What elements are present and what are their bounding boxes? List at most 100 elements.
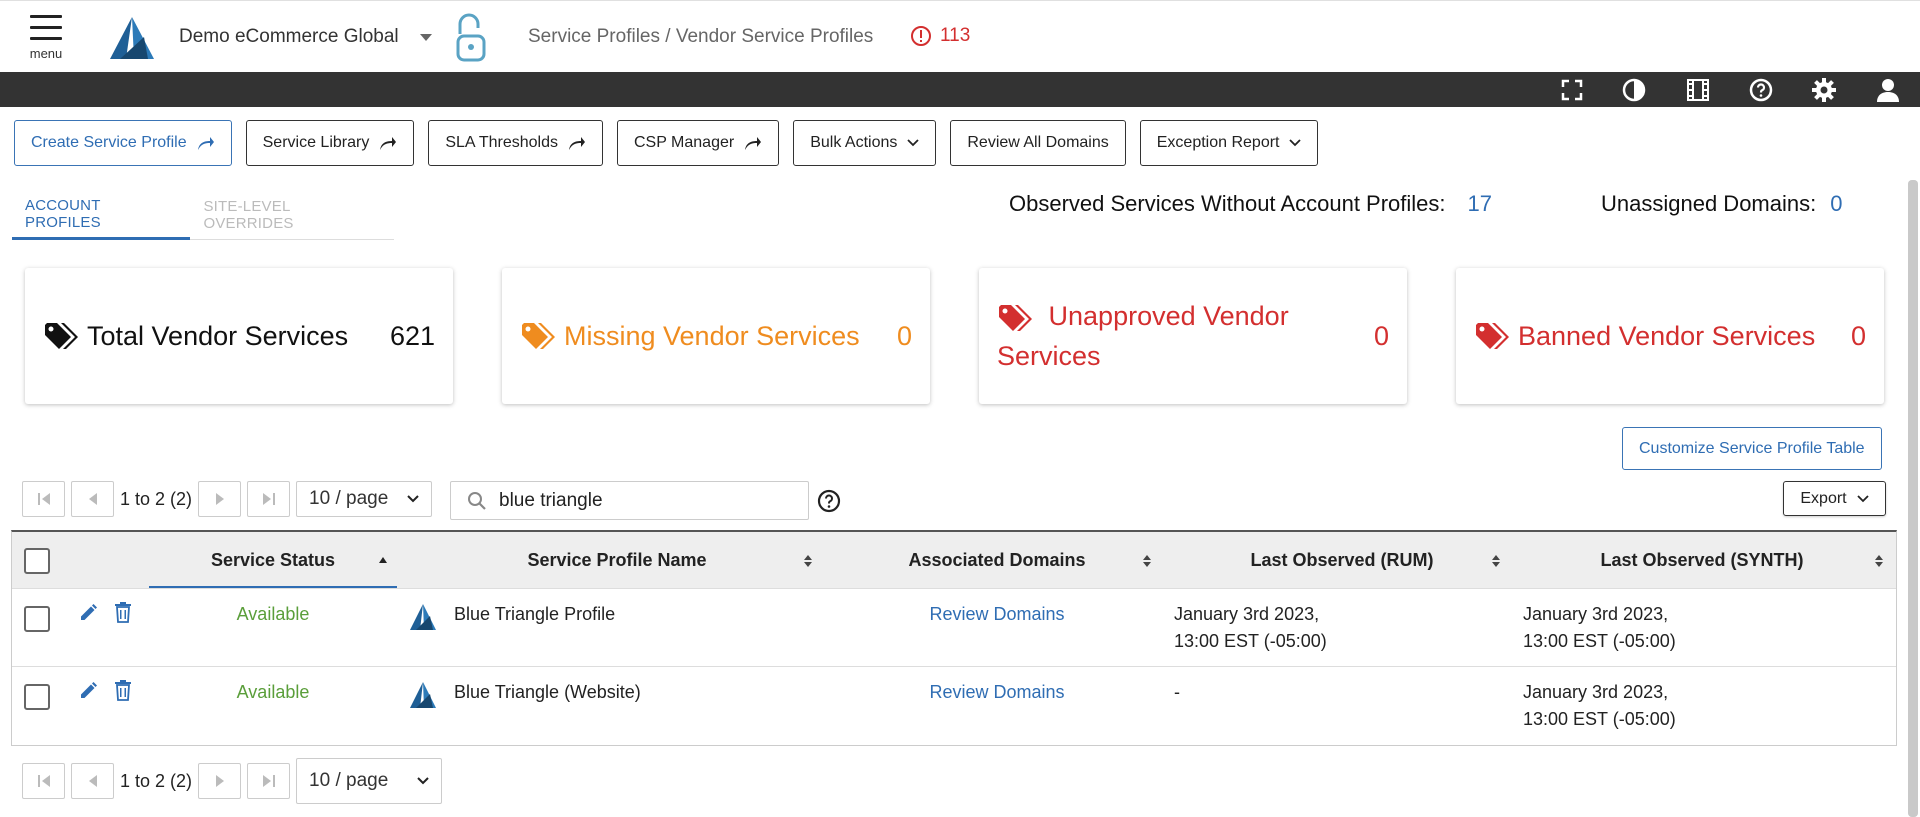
top-header: menu Demo eCommerce Global Service Profi… xyxy=(0,0,1920,72)
pagination-bottom: 1 to 2 (2) 10 / page xyxy=(22,758,443,804)
last-observed-synth: January 3rd 2023, 13:00 EST (-05:00) xyxy=(1523,679,1676,733)
sort-icon[interactable] xyxy=(1142,554,1152,568)
row-checkbox[interactable] xyxy=(24,684,50,710)
page-scrollbar-thumb[interactable] xyxy=(1908,180,1918,817)
sla-thresholds-button[interactable]: SLA Thresholds xyxy=(428,120,603,166)
column-associated-domains[interactable]: Associated Domains xyxy=(852,532,1142,588)
export-button[interactable]: Export xyxy=(1783,481,1886,516)
search-input[interactable] xyxy=(499,489,779,512)
chevron-down-icon xyxy=(417,777,429,785)
trash-icon[interactable] xyxy=(114,601,132,623)
observed-services-count[interactable]: 17 xyxy=(1468,191,1492,216)
page-size-value: 10 / page xyxy=(309,770,389,791)
service-profile-name[interactable]: Blue Triangle Profile xyxy=(454,601,615,628)
csp-manager-label: CSP Manager xyxy=(634,134,735,151)
contrast-icon[interactable] xyxy=(1620,76,1648,104)
page-range: 1 to 2 (2) xyxy=(120,488,193,509)
observed-services-summary: Observed Services Without Account Profil… xyxy=(1009,191,1492,217)
page-size-select[interactable]: 10 / page xyxy=(296,481,433,517)
tags-icon xyxy=(1476,323,1509,349)
export-label: Export xyxy=(1800,489,1847,507)
banned-vendor-services-card[interactable]: Banned Vendor Services 0 xyxy=(1456,268,1884,404)
unapproved-vendor-services-card[interactable]: Unapproved Vendor Services 0 xyxy=(979,268,1407,404)
edit-pencil-icon[interactable] xyxy=(78,603,98,623)
total-vendor-services-value: 621 xyxy=(389,320,435,351)
user-icon[interactable] xyxy=(1874,76,1902,104)
vendor-logo-icon xyxy=(410,604,436,630)
org-dropdown-icon[interactable] xyxy=(420,34,432,41)
sort-icon[interactable] xyxy=(1491,554,1501,568)
missing-vendor-services-card[interactable]: Missing Vendor Services 0 xyxy=(502,268,930,404)
search-box xyxy=(450,481,809,520)
service-profile-name[interactable]: Blue Triangle (Website) xyxy=(454,679,641,706)
csp-manager-button[interactable]: CSP Manager xyxy=(617,120,780,166)
sort-ascending-icon[interactable] xyxy=(378,556,388,564)
trash-icon[interactable] xyxy=(114,679,132,701)
page-size-select[interactable]: 10 / page xyxy=(296,758,443,804)
next-page-icon xyxy=(215,775,224,787)
review-all-domains-label: Review All Domains xyxy=(967,134,1109,151)
unassigned-domains-count[interactable]: 0 xyxy=(1830,191,1842,216)
search-help-icon[interactable] xyxy=(817,489,841,513)
share-arrow-icon xyxy=(380,137,397,150)
next-page-button[interactable] xyxy=(198,481,242,517)
first-page-button[interactable] xyxy=(22,763,65,799)
breadcrumb: Service Profiles / Vendor Service Profil… xyxy=(528,26,874,47)
brand-logo[interactable] xyxy=(104,15,156,61)
previous-page-button[interactable] xyxy=(71,481,114,517)
tab-site-level-overrides[interactable]: SITE-LEVEL OVERRIDES xyxy=(190,190,394,240)
unapproved-vendor-services-label: Unapproved Vendor Services xyxy=(997,301,1289,371)
create-service-profile-label: Create Service Profile xyxy=(31,134,187,151)
tab-account-profiles[interactable]: ACCOUNT PROFILES xyxy=(12,190,191,240)
synth-time: 13:00 EST (-05:00) xyxy=(1523,631,1676,651)
column-associated-domains-label: Associated Domains xyxy=(908,549,1086,570)
table-row[interactable]: Available Blue Triangle Profile Review D… xyxy=(12,588,1896,666)
alert-indicator[interactable]: 113 xyxy=(910,25,970,47)
action-toolbar: Create Service Profile Service Library S… xyxy=(14,120,1319,166)
column-last-observed-rum[interactable]: Last Observed (RUM) xyxy=(1172,532,1512,588)
sort-icon[interactable] xyxy=(803,554,813,568)
customize-table-button[interactable]: Customize Service Profile Table xyxy=(1622,427,1882,470)
page-size-value: 10 / page xyxy=(309,488,389,509)
column-service-profile-name[interactable]: Service Profile Name xyxy=(407,532,827,588)
row-checkbox[interactable] xyxy=(24,606,50,632)
bulk-actions-button[interactable]: Bulk Actions xyxy=(793,120,937,166)
first-page-button[interactable] xyxy=(22,481,65,517)
select-all-checkbox[interactable] xyxy=(24,548,50,574)
synth-date: January 3rd 2023, xyxy=(1523,604,1669,624)
unapproved-vendor-services-value: 0 xyxy=(1373,320,1389,351)
synth-date: January 3rd 2023, xyxy=(1523,682,1669,702)
column-last-observed-synth[interactable]: Last Observed (SYNTH) xyxy=(1532,532,1872,588)
last-page-button[interactable] xyxy=(247,481,291,517)
total-vendor-services-card[interactable]: Total Vendor Services 621 xyxy=(25,268,453,404)
edit-pencil-icon[interactable] xyxy=(78,681,98,701)
column-service-profile-name-label: Service Profile Name xyxy=(527,549,707,570)
synth-time: 13:00 EST (-05:00) xyxy=(1523,709,1676,729)
table-row[interactable]: Available Blue Triangle (Website) Review… xyxy=(12,666,1896,744)
sla-thresholds-label: SLA Thresholds xyxy=(445,134,558,151)
review-domains-link[interactable]: Review Domains xyxy=(852,601,1142,628)
help-icon[interactable] xyxy=(1747,76,1775,104)
last-observed-rum: - xyxy=(1174,679,1180,706)
fullscreen-icon[interactable] xyxy=(1558,76,1586,104)
organization-name[interactable]: Demo eCommerce Global xyxy=(179,26,399,48)
create-service-profile-button[interactable]: Create Service Profile xyxy=(14,120,232,166)
status-value: Available xyxy=(236,604,310,624)
previous-page-button[interactable] xyxy=(71,763,114,799)
service-library-button[interactable]: Service Library xyxy=(245,120,415,166)
exception-report-button[interactable]: Exception Report xyxy=(1139,120,1319,166)
film-icon[interactable] xyxy=(1684,76,1712,104)
last-page-icon xyxy=(262,493,275,505)
last-page-button[interactable] xyxy=(247,763,291,799)
next-page-button[interactable] xyxy=(198,763,242,799)
menu-button[interactable]: menu xyxy=(28,15,64,61)
settings-icon[interactable] xyxy=(1810,76,1838,104)
unlock-icon[interactable] xyxy=(452,12,488,64)
sort-icon[interactable] xyxy=(1874,554,1884,568)
review-all-domains-button[interactable]: Review All Domains xyxy=(950,120,1126,166)
previous-page-icon xyxy=(88,775,97,787)
alert-icon xyxy=(911,26,931,46)
column-service-status[interactable]: Service Status xyxy=(149,532,397,588)
review-domains-link[interactable]: Review Domains xyxy=(852,679,1142,706)
banned-vendor-services-label: Banned Vendor Services xyxy=(1518,320,1816,351)
